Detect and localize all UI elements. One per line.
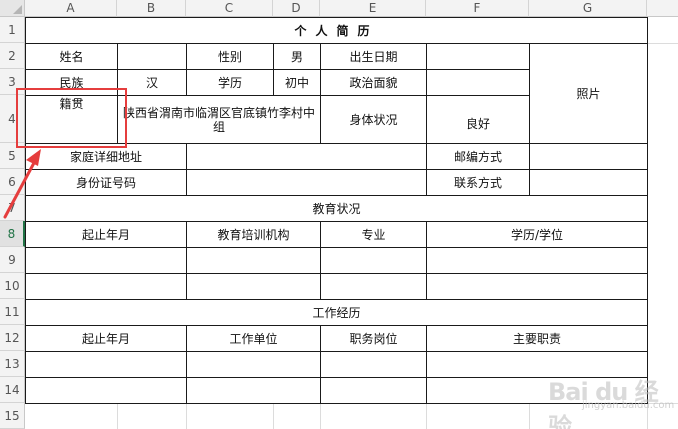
name-value[interactable]: [117, 43, 187, 70]
table-cell[interactable]: [320, 351, 427, 378]
political-value[interactable]: [426, 69, 530, 96]
address-label[interactable]: 家庭详细地址: [25, 143, 187, 170]
row-header-5[interactable]: 5: [0, 143, 25, 169]
row-header-9[interactable]: 9: [0, 247, 25, 273]
row-header-7[interactable]: 7: [0, 195, 25, 221]
column-header-g[interactable]: G: [529, 0, 647, 17]
native-place-label[interactable]: 籍贯: [25, 95, 118, 144]
table-cell[interactable]: [426, 377, 648, 404]
column-header-e[interactable]: E: [320, 0, 426, 17]
work-header-duties[interactable]: 主要职责: [426, 325, 648, 352]
address-value[interactable]: [186, 143, 427, 170]
table-cell[interactable]: [25, 273, 187, 300]
political-label[interactable]: 政治面貌: [320, 69, 427, 96]
table-cell[interactable]: [320, 377, 427, 404]
work-header-period[interactable]: 起止年月: [25, 325, 187, 352]
contact-value[interactable]: [529, 169, 648, 196]
work-header-position[interactable]: 职务岗位: [320, 325, 427, 352]
id-card-value[interactable]: [186, 169, 427, 196]
education-label[interactable]: 学历: [186, 69, 274, 96]
row-header-10[interactable]: 10: [0, 273, 25, 299]
gender-label[interactable]: 性别: [186, 43, 274, 70]
column-header-f[interactable]: F: [426, 0, 529, 17]
birth-value[interactable]: [426, 43, 530, 70]
row-header-11[interactable]: 11: [0, 299, 25, 325]
health-value[interactable]: 良好: [426, 95, 530, 144]
birth-label[interactable]: 出生日期: [320, 43, 427, 70]
column-header-c[interactable]: C: [186, 0, 273, 17]
table-cell[interactable]: [426, 351, 648, 378]
education-header-degree[interactable]: 学历/学位: [426, 221, 648, 248]
postal-label[interactable]: 邮编方式: [426, 143, 530, 170]
education-value[interactable]: 初中: [273, 69, 321, 96]
table-cell[interactable]: [186, 247, 321, 274]
row-header-1[interactable]: 1: [0, 17, 25, 43]
row-header-12[interactable]: 12: [0, 325, 25, 351]
column-header-h[interactable]: [647, 0, 678, 17]
id-card-label[interactable]: 身份证号码: [25, 169, 187, 196]
education-header-major[interactable]: 专业: [320, 221, 427, 248]
resume-title[interactable]: 个人简历: [25, 17, 648, 44]
native-place-value[interactable]: 陕西省渭南市临渭区官底镇竹李村中组: [117, 95, 321, 144]
gender-value[interactable]: 男: [273, 43, 321, 70]
health-label[interactable]: 身体状况: [320, 95, 427, 144]
table-cell[interactable]: [25, 377, 187, 404]
row-header-8[interactable]: 8: [0, 221, 25, 247]
row-header-2[interactable]: 2: [0, 43, 25, 69]
contact-label[interactable]: 联系方式: [426, 169, 530, 196]
ethnicity-label[interactable]: 民族: [25, 69, 118, 96]
row-header-4[interactable]: 4: [0, 95, 25, 143]
table-cell[interactable]: [25, 247, 187, 274]
select-all-corner[interactable]: [0, 0, 25, 17]
table-cell[interactable]: [426, 247, 648, 274]
column-header-a[interactable]: A: [25, 0, 117, 17]
education-header-period[interactable]: 起止年月: [25, 221, 187, 248]
column-header-d[interactable]: D: [273, 0, 320, 17]
table-cell[interactable]: [320, 247, 427, 274]
row-header-13[interactable]: 13: [0, 351, 25, 377]
photo-cell[interactable]: 照片: [529, 43, 648, 144]
column-header-b[interactable]: B: [117, 0, 186, 17]
table-cell[interactable]: [186, 351, 321, 378]
row-header-14[interactable]: 14: [0, 377, 25, 403]
row-header-3[interactable]: 3: [0, 69, 25, 95]
table-cell[interactable]: [320, 273, 427, 300]
postal-value[interactable]: [529, 143, 648, 170]
table-cell[interactable]: [426, 273, 648, 300]
table-cell[interactable]: [186, 273, 321, 300]
row-header-15[interactable]: 15: [0, 403, 25, 429]
spreadsheet-view: A B C D E F G 1 2 3 4 5 6 7 8 9 10 11 12…: [0, 0, 678, 429]
education-heading[interactable]: 教育状况: [25, 195, 648, 222]
name-label[interactable]: 姓名: [25, 43, 118, 70]
work-heading[interactable]: 工作经历: [25, 299, 648, 326]
ethnicity-value[interactable]: 汉: [117, 69, 187, 96]
table-cell[interactable]: [186, 377, 321, 404]
education-header-institution[interactable]: 教育培训机构: [186, 221, 321, 248]
table-cell[interactable]: [25, 351, 187, 378]
work-header-employer[interactable]: 工作单位: [186, 325, 321, 352]
row-header-6[interactable]: 6: [0, 169, 25, 195]
